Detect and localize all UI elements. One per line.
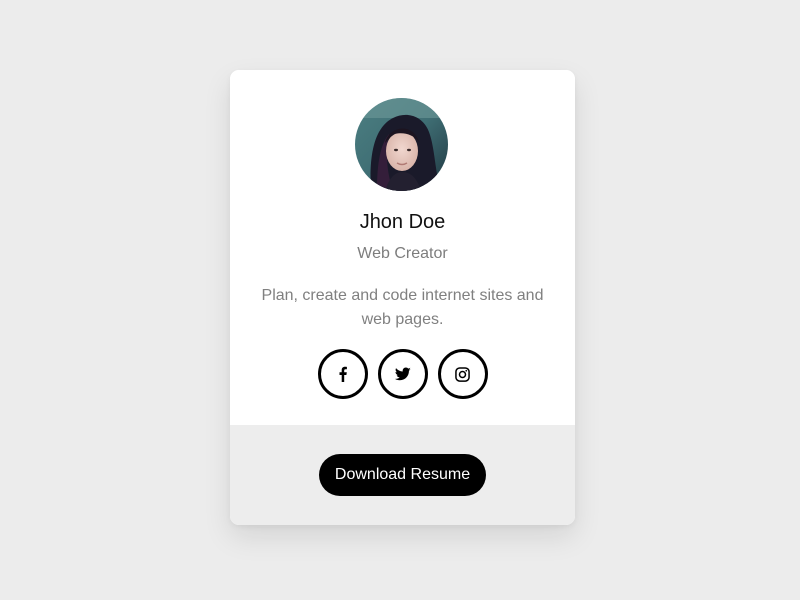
twitter-button[interactable] — [377, 349, 428, 399]
facebook-icon — [339, 366, 347, 382]
avatar-photo — [355, 98, 448, 191]
social-links — [230, 349, 575, 399]
profile-card-body: Jhon Doe Web Creator Plan, create and co… — [230, 70, 575, 425]
profile-card: Jhon Doe Web Creator Plan, create and co… — [230, 70, 575, 525]
twitter-icon — [394, 367, 411, 381]
profile-card-footer: Download Resume — [230, 425, 575, 525]
instagram-button[interactable] — [437, 349, 488, 399]
profile-role: Web Creator — [357, 245, 448, 262]
download-resume-button[interactable]: Download Resume — [319, 454, 486, 496]
avatar — [355, 98, 448, 191]
profile-bio: Plan, create and code internet sites and… — [261, 287, 544, 328]
instagram-icon — [455, 366, 470, 382]
profile-name: Jhon Doe — [359, 211, 446, 233]
facebook-button[interactable] — [317, 349, 368, 399]
